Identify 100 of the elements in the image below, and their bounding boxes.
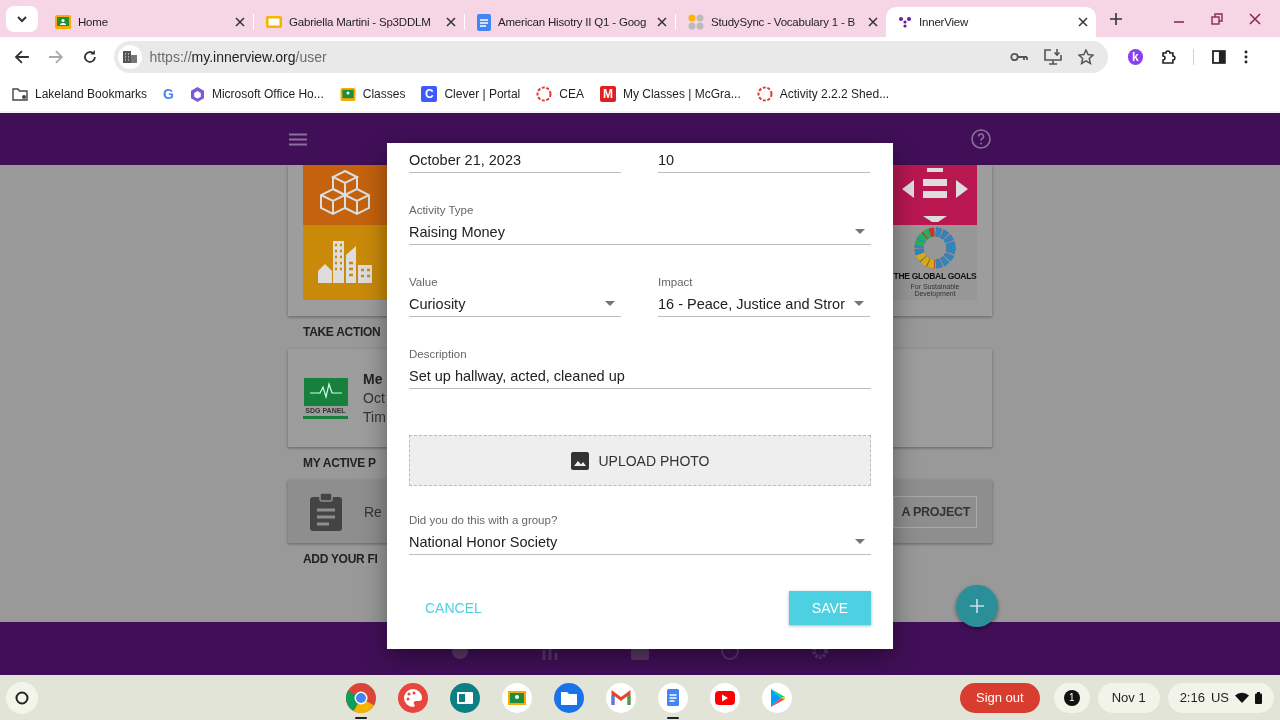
section-heading: ADD YOUR FI bbox=[303, 553, 378, 566]
activity-title: Me bbox=[363, 371, 384, 387]
date-button[interactable]: Nov 1 bbox=[1097, 682, 1160, 713]
dropdown-field[interactable]: Curiosity bbox=[409, 291, 621, 317]
close-icon[interactable] bbox=[446, 17, 456, 27]
upload-photo-button[interactable]: UPLOAD PHOTO bbox=[409, 435, 871, 486]
field-label: Activity Type bbox=[409, 203, 475, 217]
activity-time: Tim bbox=[363, 409, 386, 425]
dropdown-field[interactable]: Raising Money bbox=[409, 219, 871, 245]
logo-icon: M bbox=[599, 86, 616, 102]
document-icon[interactable] bbox=[657, 681, 689, 714]
folder-icon[interactable] bbox=[553, 681, 585, 714]
address-bar[interactable]: https://my.innerview.org/user bbox=[113, 41, 1108, 73]
back-icon[interactable] bbox=[14, 49, 30, 65]
close-icon[interactable] bbox=[657, 17, 667, 27]
field-label: Impact bbox=[658, 275, 694, 289]
add-project-button[interactable]: A PROJECT bbox=[893, 495, 977, 528]
field-label: Value bbox=[409, 275, 439, 289]
close-icon[interactable] bbox=[1078, 17, 1088, 27]
clipboard-icon bbox=[310, 492, 342, 531]
folder-icon bbox=[12, 87, 28, 101]
bookmark[interactable]: Microsoft Office Ho... bbox=[189, 86, 324, 102]
side-panel-icon[interactable] bbox=[1212, 50, 1227, 64]
play-icon[interactable] bbox=[761, 681, 793, 714]
notification-tray[interactable]: 1 bbox=[1053, 682, 1090, 713]
dots-icon bbox=[898, 16, 912, 28]
building-icon bbox=[122, 51, 137, 63]
hexagon-icon bbox=[189, 86, 205, 102]
close-icon[interactable] bbox=[868, 17, 878, 27]
bookmark[interactable]: Classes bbox=[339, 86, 406, 102]
card-icon[interactable] bbox=[449, 681, 481, 714]
caret-icon bbox=[854, 301, 864, 306]
section-heading: MY ACTIVE P bbox=[303, 457, 376, 470]
logo-icon: C bbox=[421, 86, 438, 102]
caret-icon bbox=[605, 301, 615, 306]
text-field[interactable]: 10 bbox=[658, 147, 870, 173]
mail-icon[interactable] bbox=[605, 681, 637, 714]
document-icon bbox=[477, 13, 491, 31]
browser-tab[interactable]: American Hisotry II Q1 - Goog bbox=[465, 7, 675, 37]
help-icon[interactable] bbox=[971, 129, 991, 149]
bookmark[interactable]: M My Classes | McGra... bbox=[599, 86, 741, 102]
chevron-down-icon bbox=[16, 14, 28, 23]
board-icon[interactable] bbox=[501, 681, 533, 714]
project-text: Re bbox=[364, 503, 382, 520]
browser-tab[interactable]: Gabriella Martini - Sp3DDLM bbox=[254, 7, 464, 37]
close-icon[interactable] bbox=[235, 17, 245, 27]
battery-icon bbox=[1255, 691, 1262, 704]
dropdown-field[interactable]: 16 - Peace, Justice and Stror bbox=[658, 291, 870, 317]
clock: 2:16 bbox=[1179, 690, 1205, 705]
text-field[interactable]: October 21, 2023 bbox=[409, 147, 621, 173]
ring-icon bbox=[756, 86, 773, 102]
restore-icon[interactable] bbox=[1211, 12, 1223, 25]
status-tray[interactable]: 2:16 US bbox=[1167, 682, 1274, 713]
text-field[interactable]: Set up hallway, acted, cleaned up bbox=[409, 363, 871, 389]
puzzle-icon[interactable] bbox=[1161, 49, 1178, 65]
field-label: Description bbox=[409, 347, 468, 361]
logo-title: THE GLOBAL GOALS bbox=[893, 271, 977, 282]
extension-icon[interactable]: k bbox=[1127, 49, 1144, 65]
palette-icon[interactable] bbox=[397, 681, 429, 714]
section-heading: TAKE ACTION bbox=[303, 326, 381, 339]
field-label: Did you do this with a group? bbox=[409, 513, 559, 527]
ring-icon bbox=[914, 227, 956, 270]
tab-search-button[interactable] bbox=[6, 5, 38, 32]
close-icon[interactable] bbox=[1249, 12, 1261, 25]
browser-tab[interactable]: StudySync - Vocabulary 1 - B bbox=[676, 7, 886, 37]
plus-icon[interactable] bbox=[1110, 12, 1122, 25]
buildings-icon bbox=[318, 241, 372, 284]
launcher-button[interactable] bbox=[6, 681, 38, 714]
arrows-icon bbox=[902, 167, 968, 222]
install-icon[interactable] bbox=[1043, 49, 1062, 65]
dropdown-field[interactable]: National Honor Society bbox=[409, 529, 871, 555]
circle-icon bbox=[15, 690, 29, 705]
browser-tab[interactable]: InnerView bbox=[886, 7, 1096, 37]
browser-icon[interactable] bbox=[345, 681, 377, 714]
bookmark[interactable]: Activity 2.2.2 Shed... bbox=[756, 86, 890, 102]
sign-out-button[interactable]: Sign out bbox=[959, 682, 1040, 713]
bookmark[interactable]: C Clever | Portal bbox=[421, 86, 521, 102]
slides-icon bbox=[266, 14, 282, 30]
ring-icon bbox=[536, 86, 553, 102]
reload-icon[interactable] bbox=[81, 49, 98, 65]
input-locale: US bbox=[1210, 690, 1229, 705]
video-icon[interactable] bbox=[709, 681, 741, 714]
bookmark[interactable]: G bbox=[163, 86, 174, 102]
caret-icon bbox=[855, 539, 865, 544]
heartbeat-icon bbox=[303, 377, 348, 406]
classroom-icon bbox=[339, 86, 356, 102]
plus-icon bbox=[970, 599, 984, 613]
add-button[interactable] bbox=[956, 585, 998, 627]
activity-date: Oct bbox=[363, 390, 386, 406]
key-icon[interactable] bbox=[1009, 52, 1028, 62]
wifi-icon bbox=[1235, 692, 1249, 703]
dots-icon bbox=[688, 14, 704, 30]
classroom-icon bbox=[55, 14, 71, 30]
star-icon[interactable] bbox=[1077, 49, 1094, 65]
bookmark[interactable]: CEA bbox=[536, 86, 584, 102]
caret-icon bbox=[855, 229, 865, 234]
menu-icon[interactable] bbox=[1244, 50, 1248, 64]
image-icon bbox=[570, 451, 589, 470]
bookmark[interactable]: Lakeland Bookmarks bbox=[12, 87, 148, 101]
browser-tab[interactable]: Home bbox=[43, 7, 253, 37]
